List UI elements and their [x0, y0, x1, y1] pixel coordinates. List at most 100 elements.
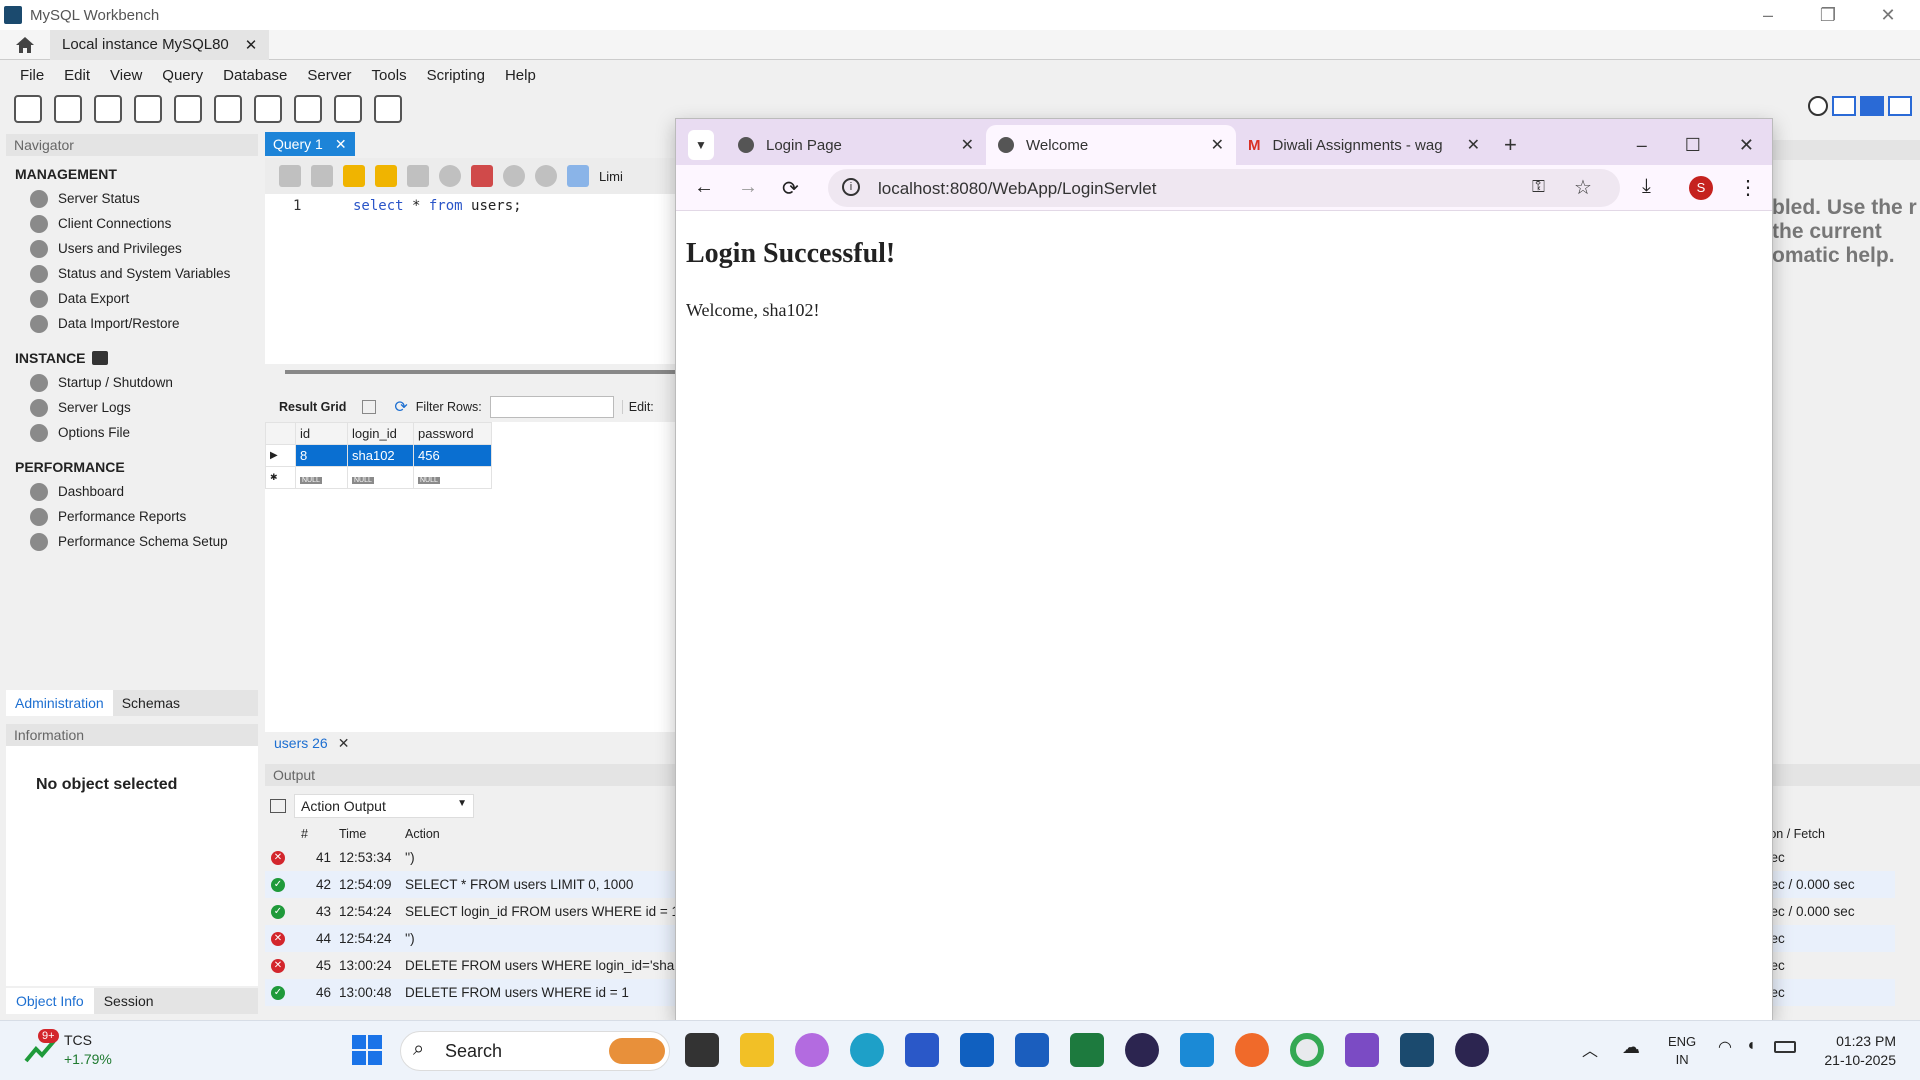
minimize-button[interactable]: –: [1637, 135, 1647, 156]
nav-server-logs[interactable]: Server Logs: [6, 395, 258, 420]
close-button[interactable]: ✕: [1739, 135, 1754, 156]
reconnect-icon[interactable]: [374, 95, 402, 123]
toggle-errors-icon[interactable]: [471, 165, 493, 187]
stop-icon[interactable]: [439, 165, 461, 187]
copy-icon[interactable]: [270, 799, 286, 813]
toggle-secondary-sidebar-icon[interactable]: [1888, 96, 1912, 116]
inspector-icon[interactable]: [94, 95, 122, 123]
vscode-icon[interactable]: [1180, 1033, 1214, 1067]
excel-icon[interactable]: [1070, 1033, 1104, 1067]
create-view-icon[interactable]: [214, 95, 242, 123]
menu-database[interactable]: Database: [213, 67, 297, 84]
tab-session[interactable]: Session: [93, 988, 258, 1014]
execute-icon[interactable]: [343, 165, 365, 187]
column-header[interactable]: password: [413, 422, 492, 445]
tab-search-button[interactable]: ▼: [676, 125, 726, 165]
forward-button[interactable]: →: [738, 176, 758, 199]
create-procedure-icon[interactable]: [254, 95, 282, 123]
download-icon[interactable]: ⤓: [1642, 175, 1651, 198]
chrome-menu-icon[interactable]: ⋮: [1738, 175, 1758, 200]
copilot-icon[interactable]: [795, 1033, 829, 1067]
tab-schemas[interactable]: Schemas: [112, 690, 258, 716]
open-file-icon[interactable]: [279, 165, 301, 187]
eclipse-icon[interactable]: [1125, 1033, 1159, 1067]
create-schema-icon[interactable]: [134, 95, 162, 123]
taskbar-search[interactable]: ⌕ Search: [400, 1031, 670, 1071]
create-function-icon[interactable]: [294, 95, 322, 123]
site-info-icon[interactable]: i: [842, 178, 860, 196]
close-icon[interactable]: ✕: [245, 36, 258, 54]
reload-button[interactable]: ⟳: [782, 176, 799, 201]
nav-performance-reports[interactable]: Performance Reports: [6, 504, 258, 529]
column-header[interactable]: id: [295, 422, 348, 445]
nav-dashboard[interactable]: Dashboard: [6, 479, 258, 504]
terminal-app-icon[interactable]: [685, 1033, 719, 1067]
table-cell[interactable]: NULL: [295, 466, 348, 489]
visual-studio-icon[interactable]: [1345, 1033, 1379, 1067]
nav-options-file[interactable]: Options File: [6, 420, 258, 445]
battery-icon[interactable]: [1774, 1041, 1796, 1053]
new-tab-button[interactable]: +: [1492, 125, 1542, 165]
nav-data-import[interactable]: Data Import/Restore: [6, 311, 258, 336]
stock-widget[interactable]: TCS +1.79%: [64, 1031, 112, 1069]
minimize-button[interactable]: –: [1740, 0, 1796, 30]
menu-help[interactable]: Help: [495, 67, 546, 84]
word-icon[interactable]: [1015, 1033, 1049, 1067]
nav-startup-shutdown[interactable]: Startup / Shutdown: [6, 370, 258, 395]
menu-view[interactable]: View: [100, 67, 152, 84]
new-sql-tab-icon[interactable]: [14, 95, 42, 123]
mysql-workbench-icon[interactable]: [1400, 1033, 1434, 1067]
chrome-tab-login[interactable]: Login Page ✕: [726, 125, 986, 165]
query-tab[interactable]: Query 1 ✕: [265, 132, 355, 156]
eclipse-icon-2[interactable]: [1455, 1033, 1489, 1067]
home-icon[interactable]: [0, 30, 50, 60]
profile-avatar[interactable]: S: [1689, 176, 1713, 200]
table-cell[interactable]: NULL: [413, 466, 492, 489]
output-type-select[interactable]: Action Output ▼: [294, 794, 474, 818]
menu-query[interactable]: Query: [152, 67, 213, 84]
close-icon[interactable]: ✕: [1211, 135, 1224, 155]
close-icon[interactable]: ✕: [338, 735, 350, 752]
toggle-output-icon[interactable]: [1860, 96, 1884, 116]
address-bar[interactable]: i localhost:8080/WebApp/LoginServlet ⚿ ☆: [828, 169, 1620, 207]
create-table-icon[interactable]: [174, 95, 202, 123]
connection-tab[interactable]: Local instance MySQL80 ✕: [50, 29, 270, 60]
refresh-icon[interactable]: ⟳: [394, 397, 407, 417]
firefox-icon[interactable]: [1235, 1033, 1269, 1067]
menu-tools[interactable]: Tools: [362, 67, 417, 84]
nav-client-connections[interactable]: Client Connections: [6, 211, 258, 236]
nav-status-variables[interactable]: Status and System Variables: [6, 261, 258, 286]
restore-button[interactable]: ❐: [1800, 0, 1856, 30]
table-cell[interactable]: 8: [295, 444, 348, 467]
wifi-icon[interactable]: ◠: [1718, 1037, 1732, 1057]
back-button[interactable]: ←: [694, 176, 714, 199]
menu-scripting[interactable]: Scripting: [417, 67, 495, 84]
bookmark-star-icon[interactable]: ☆: [1574, 175, 1592, 200]
tab-object-info[interactable]: Object Info: [6, 988, 94, 1014]
nav-data-export[interactable]: Data Export: [6, 286, 258, 311]
maximize-button[interactable]: ☐: [1685, 135, 1701, 156]
table-row[interactable]: ▶ 8 sha102 456: [265, 444, 492, 467]
settings-icon[interactable]: [1808, 96, 1828, 116]
table-row-new[interactable]: ✱ NULL NULL NULL: [265, 466, 492, 489]
open-sql-script-icon[interactable]: [54, 95, 82, 123]
search-table-data-icon[interactable]: [334, 95, 362, 123]
commit-icon[interactable]: [503, 165, 525, 187]
explain-icon[interactable]: [407, 165, 429, 187]
table-cell[interactable]: 456: [413, 444, 492, 467]
chevron-up-icon[interactable]: ︿: [1582, 1037, 1598, 1061]
edge-browser-icon[interactable]: [850, 1033, 884, 1067]
close-button[interactable]: ✕: [1860, 0, 1916, 30]
cloud-icon[interactable]: ☁: [1622, 1037, 1640, 1058]
code-editor-icon[interactable]: [960, 1033, 994, 1067]
nav-server-status[interactable]: Server Status: [6, 186, 258, 211]
volume-icon[interactable]: ◖: [1746, 1037, 1756, 1055]
close-icon[interactable]: ✕: [1467, 135, 1480, 155]
autocommit-icon[interactable]: [567, 165, 589, 187]
rollback-icon[interactable]: [535, 165, 557, 187]
language-indicator[interactable]: ENG IN: [1668, 1033, 1696, 1069]
nav-users-privileges[interactable]: Users and Privileges: [6, 236, 258, 261]
grid-icon[interactable]: [362, 400, 377, 414]
table-cell[interactable]: sha102: [347, 444, 414, 467]
menu-edit[interactable]: Edit: [54, 67, 100, 84]
